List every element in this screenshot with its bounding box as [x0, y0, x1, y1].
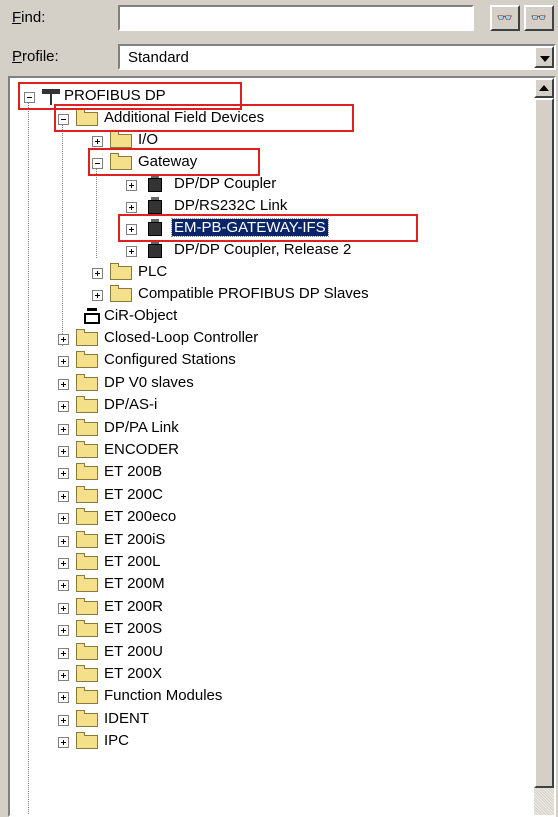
- folder-icon: [76, 597, 98, 615]
- expand-icon[interactable]: [58, 558, 69, 569]
- folder-icon: [76, 553, 98, 570]
- tree-node-label: DP/DP Coupler, Release 2: [174, 241, 352, 258]
- folder-icon: [76, 418, 98, 436]
- expand-icon[interactable]: [58, 737, 69, 749]
- tree-node-label: ENCODER: [104, 441, 180, 458]
- expand-icon[interactable]: [126, 246, 137, 257]
- tree-node-label: ET 200L: [104, 553, 161, 570]
- find-row: Find: 👓 👓: [0, 0, 558, 36]
- folder-icon: [76, 441, 98, 458]
- folder-icon: [110, 131, 132, 148]
- expand-icon[interactable]: [58, 401, 69, 413]
- tree-node-label: DP/DP Coupler: [174, 175, 277, 192]
- profile-value: Standard: [128, 49, 189, 66]
- folder-icon: [76, 709, 98, 727]
- folder-icon: [76, 732, 98, 750]
- vertical-scrollbar[interactable]: [534, 78, 554, 815]
- expand-icon[interactable]: [58, 647, 69, 659]
- expand-icon[interactable]: [58, 423, 69, 435]
- folder-icon: [76, 373, 98, 391]
- tree-node-label: DP/PA Link: [104, 418, 179, 436]
- device-icon: [148, 175, 162, 192]
- expand-icon[interactable]: [92, 136, 103, 147]
- folder-icon: [76, 485, 98, 503]
- cir-object-icon: [84, 308, 100, 324]
- tree-node-label: IDENT: [104, 709, 149, 727]
- tree-node-label: ET 200iS: [104, 530, 166, 548]
- expand-icon[interactable]: [126, 202, 137, 213]
- profile-label: Profile:: [12, 48, 59, 65]
- highlight-box: [54, 104, 354, 132]
- folder-icon: [76, 687, 98, 705]
- expand-icon[interactable]: [58, 714, 69, 726]
- highlight-box: [88, 148, 260, 176]
- highlight-box: [118, 214, 418, 242]
- find-input[interactable]: [118, 5, 474, 31]
- tree-node-label: ET 200R: [104, 597, 163, 615]
- expand-icon[interactable]: [58, 490, 69, 502]
- tree-node-label: ET 200C: [104, 485, 163, 503]
- scrollbar-thumb[interactable]: [534, 98, 554, 788]
- folder-icon: [76, 508, 98, 526]
- find-label: Find:: [12, 9, 46, 26]
- tree-node-label: CiR-Object: [104, 307, 178, 324]
- expand-icon[interactable]: [58, 468, 69, 480]
- expand-icon[interactable]: [58, 670, 69, 681]
- tree-node-label: Closed-Loop Controller: [104, 329, 259, 346]
- folder-icon: [76, 463, 98, 481]
- tree-node-label: ET 200X: [104, 665, 163, 682]
- tree-node-label: Compatible PROFIBUS DP Slaves: [138, 285, 369, 302]
- chevron-down-icon[interactable]: [534, 46, 554, 68]
- tree-node-label: I/O: [138, 131, 159, 148]
- expand-icon[interactable]: [92, 268, 103, 279]
- expand-icon[interactable]: [92, 290, 103, 301]
- search-down-button[interactable]: 👓: [524, 5, 554, 31]
- expand-icon[interactable]: [58, 356, 69, 368]
- profile-row: Profile: Standard: [0, 38, 558, 74]
- profile-select[interactable]: Standard: [118, 44, 556, 70]
- tree-node-label: ET 200M: [104, 575, 165, 593]
- tree-node-label: DP/RS232C Link: [174, 197, 288, 214]
- expand-icon[interactable]: [58, 692, 69, 704]
- tree-node-label: ET 200U: [104, 642, 163, 660]
- folder-icon: [76, 530, 98, 548]
- expand-icon[interactable]: [126, 180, 137, 191]
- expand-icon[interactable]: [58, 535, 69, 547]
- folder-icon: [76, 665, 98, 682]
- catalog-tree[interactable]: PROFIBUS DP Additional Field Devices I/O…: [8, 76, 556, 817]
- tree-node-label: Configured Stations: [104, 351, 236, 369]
- device-icon: [148, 241, 162, 258]
- expand-icon[interactable]: [58, 625, 69, 637]
- tree-node-label: DP V0 slaves: [104, 373, 194, 391]
- tree-node-label: ET 200S: [104, 620, 163, 638]
- expand-icon[interactable]: [58, 334, 69, 345]
- tree-node-label: ET 200B: [104, 463, 163, 481]
- search-up-button[interactable]: 👓: [490, 5, 520, 31]
- tree-node-label: PLC: [138, 263, 168, 280]
- folder-icon: [76, 575, 98, 593]
- scroll-up-arrow-icon[interactable]: [534, 78, 554, 98]
- expand-icon[interactable]: [58, 378, 69, 390]
- folder-icon: [76, 351, 98, 369]
- folder-icon: [76, 396, 98, 414]
- tree-node-label: ET 200eco: [104, 508, 177, 526]
- folder-icon: [76, 329, 98, 346]
- folder-icon: [110, 285, 132, 302]
- expand-icon[interactable]: [58, 602, 69, 614]
- expand-icon[interactable]: [58, 513, 69, 525]
- expand-icon[interactable]: [58, 446, 69, 457]
- device-icon: [148, 197, 162, 214]
- folder-icon: [76, 620, 98, 638]
- folder-icon: [110, 263, 132, 280]
- tree-node-label: Function Modules: [104, 687, 223, 705]
- expand-icon[interactable]: [58, 580, 69, 592]
- folder-icon: [76, 642, 98, 660]
- tree-node-label: DP/AS-i: [104, 396, 158, 414]
- tree-node-label: IPC: [104, 732, 130, 750]
